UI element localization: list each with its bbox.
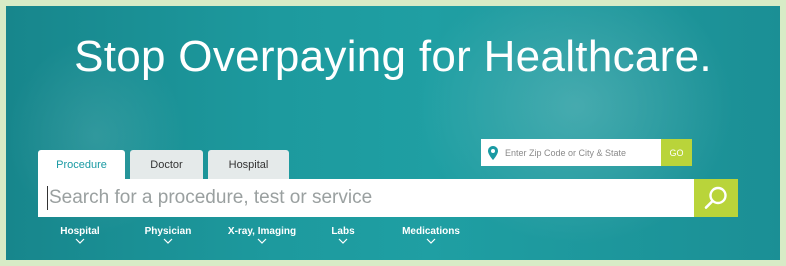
hero-banner: Stop Overpaying for Healthcare. Enter Zi… [6,6,780,260]
search-placeholder: Search for a procedure, test or service [49,187,373,208]
location-input[interactable]: Enter Zip Code or City & State [481,139,691,166]
tab-procedure[interactable]: Procedure [38,150,125,180]
location-placeholder: Enter Zip Code or City & State [505,147,627,158]
search-button[interactable] [694,179,738,217]
chevron-down-icon [426,238,436,244]
tab-doctor[interactable]: Doctor [130,150,203,180]
category-hospital[interactable]: Hospital [52,226,108,244]
tab-hospital[interactable]: Hospital [208,150,289,180]
chevron-down-icon [163,238,173,244]
hero-headline: Stop Overpaying for Healthcare. [74,32,712,81]
category-xray-imaging[interactable]: X-ray, Imaging [217,226,307,244]
chevron-down-icon [257,238,267,244]
map-pin-icon [481,145,505,160]
search-input[interactable]: Search for a procedure, test or service [38,179,694,217]
chevron-down-icon [75,238,85,244]
category-label: Labs [331,226,355,237]
category-physician[interactable]: Physician [136,226,200,244]
text-cursor [47,186,48,210]
category-medications[interactable]: Medications [394,226,468,244]
category-label: X-ray, Imaging [227,226,297,237]
go-button[interactable]: GO [661,139,692,166]
magnifier-icon [704,186,727,209]
chevron-down-icon [338,238,348,244]
category-label: Hospital [60,226,100,237]
category-label: Physician [144,226,192,237]
category-label: Medications [402,226,460,237]
category-labs[interactable]: Labs [322,226,364,244]
